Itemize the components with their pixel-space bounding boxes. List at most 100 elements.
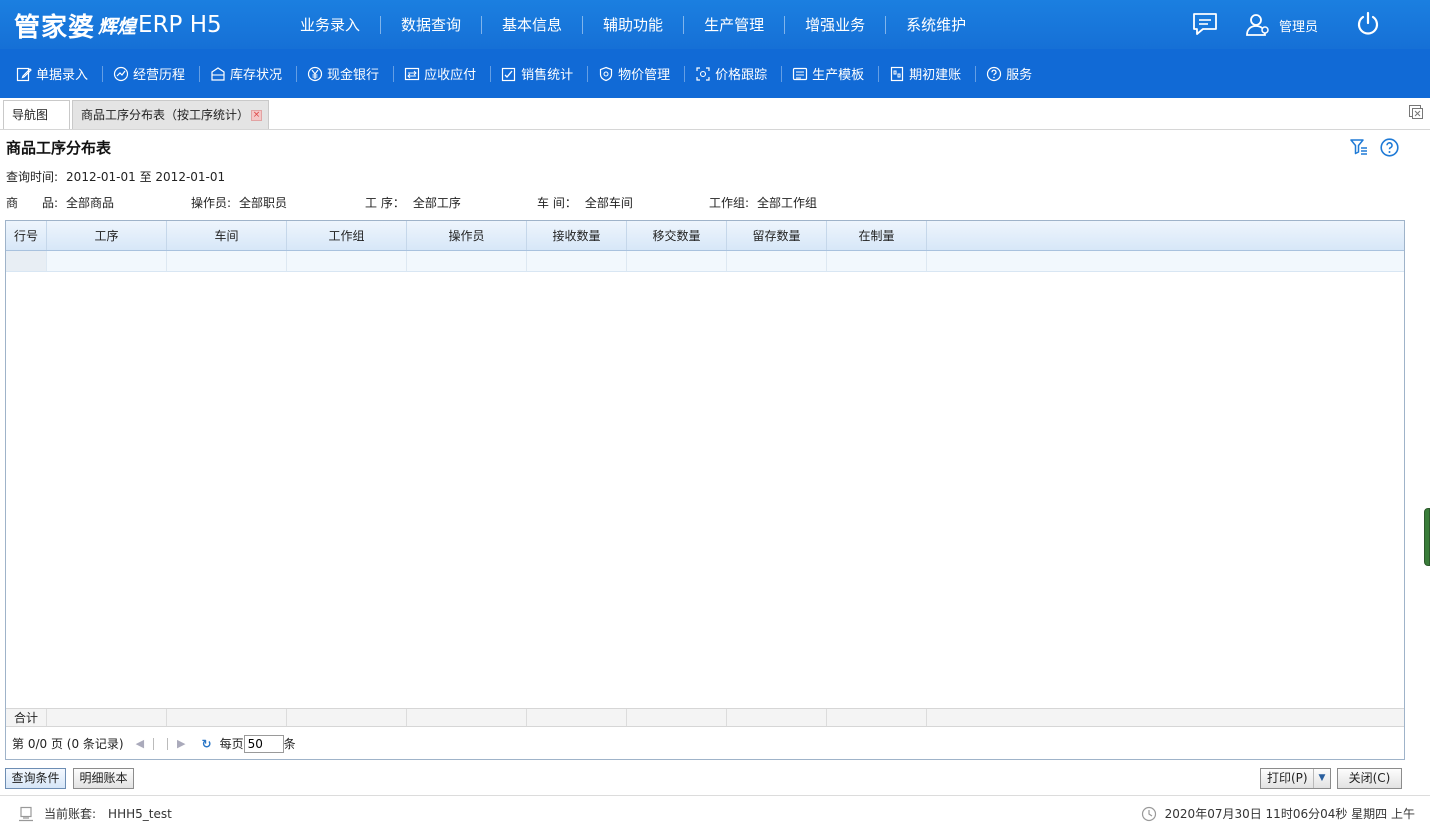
toolbar-item-price-tracking[interactable]: 价格跟踪 [685, 65, 783, 83]
query-time-value: 2012-01-01 至 2012-01-01 [66, 170, 226, 184]
total-cell [527, 709, 627, 726]
table-cell [167, 251, 287, 271]
pager-divider [167, 737, 169, 750]
filter-work-group-label: 工作组: [709, 196, 750, 210]
current-account: 当前账套: HHH5_test [18, 805, 172, 822]
user-menu[interactable]: 管理员 [1245, 12, 1318, 38]
toolbar-item-inventory[interactable]: 库存状况 [200, 65, 298, 83]
total-cell [727, 709, 827, 726]
tab-label: 导航图 [12, 108, 49, 122]
tab-navigation-map[interactable]: 导航图 [3, 100, 70, 129]
filter-work-group: 工作组: 全部工作组 [709, 194, 817, 211]
filter-operator-label: 操作员: [191, 196, 232, 210]
toolbar-label: 经营历程 [133, 68, 186, 83]
help-circle-icon [987, 66, 1002, 81]
filter-process-label: 工 序： [365, 196, 405, 210]
filter-process: 工 序： 全部工序 [365, 194, 461, 211]
next-page-icon[interactable]: ▶ [177, 737, 185, 750]
refresh-icon[interactable]: ↻ [202, 737, 212, 751]
topnav-item-basic-info[interactable]: 基本信息 [482, 15, 584, 34]
ledger-icon [891, 66, 904, 81]
table-cell [407, 251, 527, 271]
toolbar-item-document-entry[interactable]: 单据录入 [6, 65, 104, 83]
per-page-label: 每页 [219, 737, 244, 751]
table-cell [727, 251, 827, 271]
account-value: HHH5_test [108, 806, 172, 821]
topnav-item-production[interactable]: 生产管理 [684, 15, 786, 34]
filter-work-group-value: 全部工作组 [757, 196, 818, 210]
topnav-item-data-query[interactable]: 数据查询 [381, 15, 483, 34]
message-icon[interactable] [1192, 12, 1218, 36]
report-grid: 行号 工序 车间 工作组 操作员 接收数量 移交数量 留存数量 在制量 合计 第… [5, 220, 1405, 760]
yen-icon [307, 66, 323, 81]
pagination-bar: 第 0/0 页 (0 条记录) ◀ ▶ ↻ 每页 条 [6, 728, 1404, 759]
status-clock: 2020年07月30日 11时06分04秒 星期四 上午 [1141, 805, 1415, 822]
page-title: 商品工序分布表 [6, 139, 112, 157]
toolbar-label: 生产模板 [812, 68, 865, 83]
column-header-row-no[interactable]: 行号 [6, 221, 47, 250]
filter-icon[interactable] [1350, 138, 1368, 156]
toolbar-item-service[interactable]: 服务 [976, 66, 1046, 83]
toolbar-item-opening-ledger[interactable]: 期初建账 [879, 65, 977, 83]
table-row[interactable] [6, 251, 1404, 272]
column-header-process[interactable]: 工序 [47, 221, 167, 250]
print-label: 打印(P) [1267, 771, 1308, 785]
column-header-wip-qty[interactable]: 在制量 [827, 221, 927, 250]
toolbar-item-cash-bank[interactable]: 现金银行 [297, 65, 395, 83]
toolbar-item-production-template[interactable]: 生产模板 [782, 65, 880, 83]
total-cell [627, 709, 727, 726]
tab-product-process-report[interactable]: 商品工序分布表（按工序统计） × [72, 100, 269, 129]
filter-operator-value: 全部职员 [239, 196, 288, 210]
topnav-item-business-entry[interactable]: 业务录入 [280, 15, 382, 34]
topnav-item-enhanced[interactable]: 增强业务 [785, 15, 887, 34]
table-cell [527, 251, 627, 271]
column-header-operator[interactable]: 操作员 [407, 221, 527, 250]
toolbar-label: 单据录入 [36, 68, 89, 83]
logo-main-text: 管家婆 [14, 12, 96, 43]
shield-price-icon [599, 66, 613, 81]
close-icon[interactable]: × [251, 110, 262, 121]
toolbar-label: 销售统计 [521, 68, 574, 83]
topnav-item-aux-functions[interactable]: 辅助功能 [583, 15, 685, 34]
query-conditions-button[interactable]: 查询条件 [5, 768, 66, 789]
column-header-transferred-qty[interactable]: 移交数量 [627, 221, 727, 250]
help-icon[interactable] [1380, 138, 1399, 157]
query-time: 查询时间: 2012-01-01 至 2012-01-01 [6, 168, 225, 185]
filter-process-value: 全部工序 [412, 196, 461, 210]
filter-workshop-value: 全部车间 [584, 196, 633, 210]
app-logo[interactable]: 管家婆 辉煌 ERP H5 [14, 8, 222, 43]
toolbar-label: 服务 [1006, 68, 1033, 83]
side-panel-handle[interactable] [1424, 508, 1430, 566]
user-name: 管理员 [1279, 19, 1319, 35]
column-header-workshop[interactable]: 车间 [167, 221, 287, 250]
power-icon[interactable] [1355, 11, 1381, 37]
per-page-input[interactable] [243, 734, 284, 753]
table-cell [47, 251, 167, 271]
grid-header: 行号 工序 车间 工作组 操作员 接收数量 移交数量 留存数量 在制量 [6, 221, 1404, 251]
toolbar-label: 应收应付 [424, 68, 477, 83]
toolbar-item-receivable[interactable]: 应收应付 [394, 65, 492, 83]
toolbar-label: 物价管理 [618, 68, 671, 83]
top-nav: 业务录入 数据查询 基本信息 辅助功能 生产管理 增强业务 系统维护 [280, 0, 986, 49]
tab-label: 商品工序分布表（按工序统计） [81, 108, 250, 122]
toolbar-item-price-management[interactable]: 物价管理 [588, 65, 686, 83]
table-cell [827, 251, 927, 271]
prev-page-icon[interactable]: ◀ [136, 737, 144, 750]
user-icon [1246, 14, 1269, 36]
close-all-tabs-icon[interactable] [1408, 104, 1424, 120]
quick-toolbar: 单据录入 经营历程 库存状况 现金银行 应收应付 销售统计 物价管理 价格跟踪 … [0, 49, 1430, 98]
column-header-work-group[interactable]: 工作组 [287, 221, 407, 250]
filter-product-label: 商 品: [6, 196, 59, 210]
toolbar-item-business-history[interactable]: 经营历程 [103, 65, 201, 83]
close-button[interactable]: 关闭(C) [1337, 768, 1402, 789]
table-cell [6, 251, 47, 271]
toolbar-item-sales-stats[interactable]: 销售统计 [491, 65, 589, 83]
column-header-retained-qty[interactable]: 留存数量 [727, 221, 827, 250]
chevron-down-icon[interactable]: ▼ [1313, 769, 1330, 788]
detail-ledger-button[interactable]: 明细账本 [73, 768, 134, 789]
print-button[interactable]: 打印(P) ▼ [1260, 768, 1331, 789]
filter-workshop-label: 车 间： [537, 196, 577, 210]
column-header-received-qty[interactable]: 接收数量 [527, 221, 627, 250]
status-bar: 当前账套: HHH5_test 2020年07月30日 11时06分04秒 星期… [0, 795, 1430, 827]
topnav-item-system[interactable]: 系统维护 [886, 16, 986, 34]
